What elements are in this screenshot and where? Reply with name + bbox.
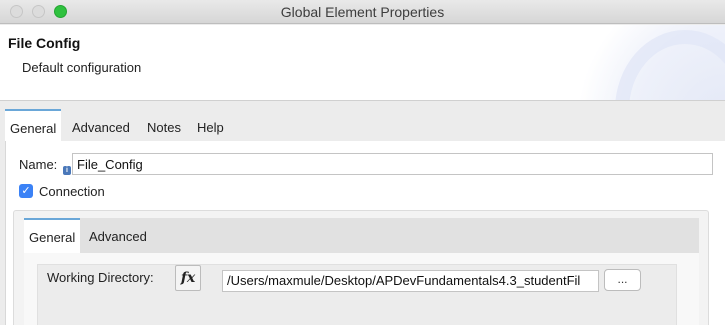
connection-label: Connection <box>39 184 105 199</box>
name-input[interactable] <box>72 153 713 175</box>
tab-notes[interactable]: Notes <box>142 109 186 141</box>
working-directory-input[interactable]: /Users/maxmule/Desktop/APDevFundamentals… <box>222 270 599 292</box>
tab-help[interactable]: Help <box>192 109 229 141</box>
page-title: File Config <box>8 35 81 51</box>
working-directory-label: Working Directory: <box>47 270 154 285</box>
connection-tab-general[interactable]: General <box>24 218 81 253</box>
header-banner: File Config Default configuration <box>0 25 725 101</box>
tab-bar: General Advanced Notes Help <box>0 109 725 141</box>
browse-button[interactable]: ... <box>604 269 641 291</box>
window-titlebar: Global Element Properties <box>0 0 725 24</box>
name-label: Name: <box>19 157 58 172</box>
tab-general[interactable]: General <box>5 109 62 141</box>
general-panel: Name: i ✓ Connection General Advanced Wo… <box>5 141 725 325</box>
connection-tab-bar: General Advanced <box>24 218 699 253</box>
connection-group: General Advanced Working Directory: fx /… <box>13 210 709 325</box>
expression-fx-button[interactable]: fx <box>175 265 201 291</box>
page-subtitle: Default configuration <box>22 60 142 75</box>
connection-checkbox[interactable]: ✓ <box>19 184 33 198</box>
connection-tab-advanced[interactable]: Advanced <box>84 218 152 253</box>
window-title: Global Element Properties <box>280 4 445 20</box>
info-icon: i <box>63 166 71 175</box>
connection-general-body: Working Directory: fx /Users/maxmule/Des… <box>24 253 699 325</box>
tab-advanced[interactable]: Advanced <box>67 109 135 141</box>
